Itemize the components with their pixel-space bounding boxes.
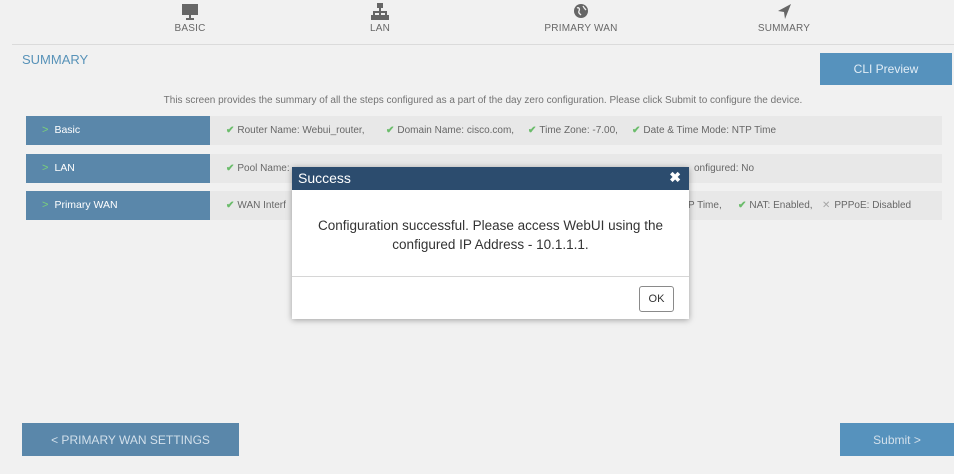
success-dialog: Success ✖ Configuration successful. Plea…: [292, 167, 689, 319]
ok-button[interactable]: OK: [639, 286, 674, 312]
close-icon[interactable]: ✖: [669, 169, 681, 186]
dialog-divider: [292, 276, 689, 277]
dialog-title: Success: [298, 170, 351, 186]
dialog-message: Configuration successful. Please access …: [318, 218, 663, 252]
dialog-header: Success ✖: [292, 167, 689, 190]
